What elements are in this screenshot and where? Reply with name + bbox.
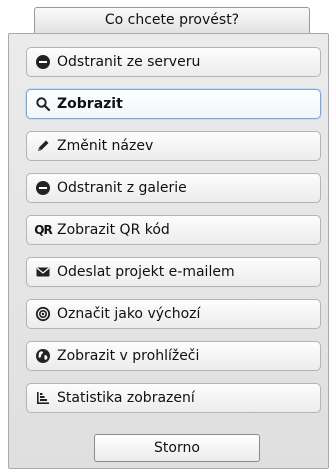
menu-item-label: Zobrazit: [57, 96, 123, 112]
delete-from-gallery-button[interactable]: Odstranit z galerie: [26, 173, 321, 203]
delete-from-server-button[interactable]: Odstranit ze serveru: [26, 47, 321, 77]
pencil-icon: [35, 138, 51, 154]
target-icon: [35, 306, 51, 322]
menu-item-label: Zobrazit v prohlížeči: [57, 348, 200, 364]
dialog-title-tab: Co chcete provést?: [34, 7, 310, 33]
bar-chart-icon: [35, 390, 51, 406]
menu-item-label: Označit jako výchozí: [57, 306, 201, 322]
action-dialog: Odstranit ze serveru Zobrazit Změnit náz…: [8, 33, 329, 469]
view-statistics-button[interactable]: Statistika zobrazení: [26, 383, 321, 413]
rename-button[interactable]: Změnit název: [26, 131, 321, 161]
send-project-email-button[interactable]: Odeslat projekt e-mailem: [26, 257, 321, 287]
minus-circle-icon: [35, 54, 51, 70]
cancel-button[interactable]: Storno: [94, 434, 260, 462]
view-button[interactable]: Zobrazit: [26, 89, 321, 119]
menu-item-label: Odstranit ze serveru: [57, 54, 201, 70]
qr-icon: QR: [34, 222, 52, 238]
set-as-default-button[interactable]: Označit jako výchozí: [26, 299, 321, 329]
menu-item-label: Statistika zobrazení: [57, 390, 195, 406]
search-icon: [35, 96, 51, 112]
envelope-icon: [35, 264, 51, 280]
menu-item-label: Změnit název: [57, 138, 154, 154]
menu-item-label: Zobrazit QR kód: [57, 222, 170, 238]
show-qr-code-button[interactable]: QR Zobrazit QR kód: [26, 215, 321, 245]
qr-icon-text: QR: [34, 223, 52, 237]
menu-item-label: Odstranit z galerie: [57, 180, 187, 196]
open-in-browser-button[interactable]: Zobrazit v prohlížeči: [26, 341, 321, 371]
globe-icon: [35, 348, 51, 364]
menu-item-label: Odeslat projekt e-mailem: [57, 264, 235, 280]
action-menu: Odstranit ze serveru Zobrazit Změnit náz…: [26, 47, 321, 425]
minus-circle-icon: [35, 180, 51, 196]
